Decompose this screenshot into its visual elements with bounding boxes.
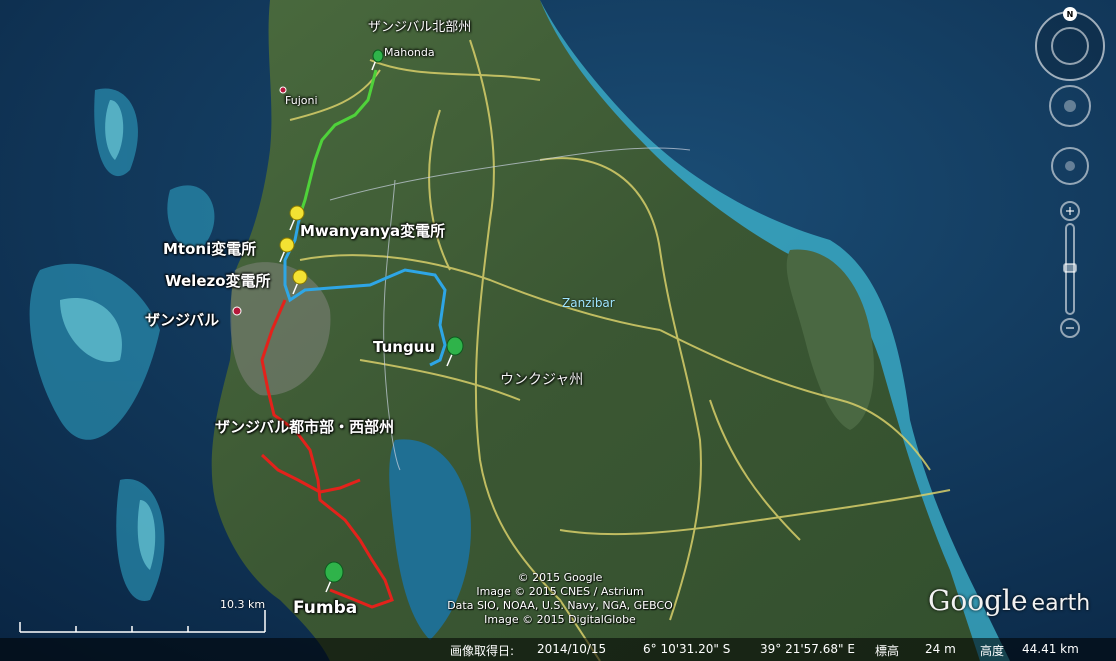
zoom-thumb[interactable] (1063, 263, 1077, 273)
label-fujoni[interactable]: Fujoni (285, 94, 318, 107)
credit-line-1: © 2015 Google (517, 571, 603, 584)
label-fumba[interactable]: Fumba (293, 598, 357, 618)
longitude-value: 39° 21'57.68" E (760, 642, 855, 656)
label-welezo-substation[interactable]: Welezo変電所 (165, 270, 271, 291)
credit-line-2: Image © 2015 CNES / Astrium (476, 585, 644, 598)
compass-north-letter: N (1067, 10, 1074, 19)
label-unguja-region: ウンクジャ州 (500, 372, 584, 388)
latitude-value: 6° 10'31.20" S (643, 642, 731, 656)
pegman-icon[interactable] (1064, 100, 1076, 112)
imagery-date-value: 2014/10/15 (537, 642, 607, 656)
label-tunguu[interactable]: Tunguu (373, 338, 435, 356)
label-north-region: ザンジバル北部州 (368, 20, 472, 35)
logo-google-text: Google (928, 584, 1028, 617)
scale-label: 10.3 km (220, 598, 266, 611)
imagery-date-label: 画像取得日: (450, 644, 515, 658)
logo-earth-text: earth (1031, 591, 1091, 616)
imagery-credits: © 2015 Google Image © 2015 CNES / Astriu… (430, 571, 690, 627)
zoom-slider[interactable] (1060, 201, 1080, 338)
label-mwanyanya-substation[interactable]: Mwanyanya変電所 (300, 220, 445, 241)
label-zanzibar-en[interactable]: Zanzibar (562, 296, 615, 310)
credit-line-4: Image © 2015 DigitalGlobe (484, 613, 636, 626)
google-earth-view[interactable]: ザンジバル北部州 Mahonda Fujoni Mwanyanya変電所 Mto… (0, 0, 1116, 661)
fujoni-marker[interactable] (279, 86, 287, 94)
move-joystick[interactable] (1051, 147, 1089, 185)
zanzibar-town-marker[interactable] (232, 306, 242, 316)
label-urban-west-region: ザンジバル都市部・西部州 (215, 418, 395, 436)
look-joystick[interactable] (1049, 85, 1091, 127)
eye-altitude-label: 高度 (980, 644, 1005, 658)
label-mahonda[interactable]: Mahonda (384, 46, 435, 59)
elevation-label: 標高 (875, 644, 900, 658)
label-zanzibar-town[interactable]: ザンジバル (145, 309, 219, 330)
elevation-value: 24 m (925, 642, 956, 656)
label-mtoni-substation[interactable]: Mtoni変電所 (163, 238, 256, 259)
compass-ring[interactable]: N (1035, 7, 1105, 81)
navigation-controls[interactable]: N (1030, 6, 1110, 346)
satellite-map[interactable] (0, 0, 1116, 661)
eye-altitude-value: 44.41 km (1022, 642, 1079, 656)
google-earth-logo: Google earth (928, 584, 1090, 617)
credit-line-3: Data SIO, NOAA, U.S. Navy, NGA, GEBCO (447, 599, 673, 612)
